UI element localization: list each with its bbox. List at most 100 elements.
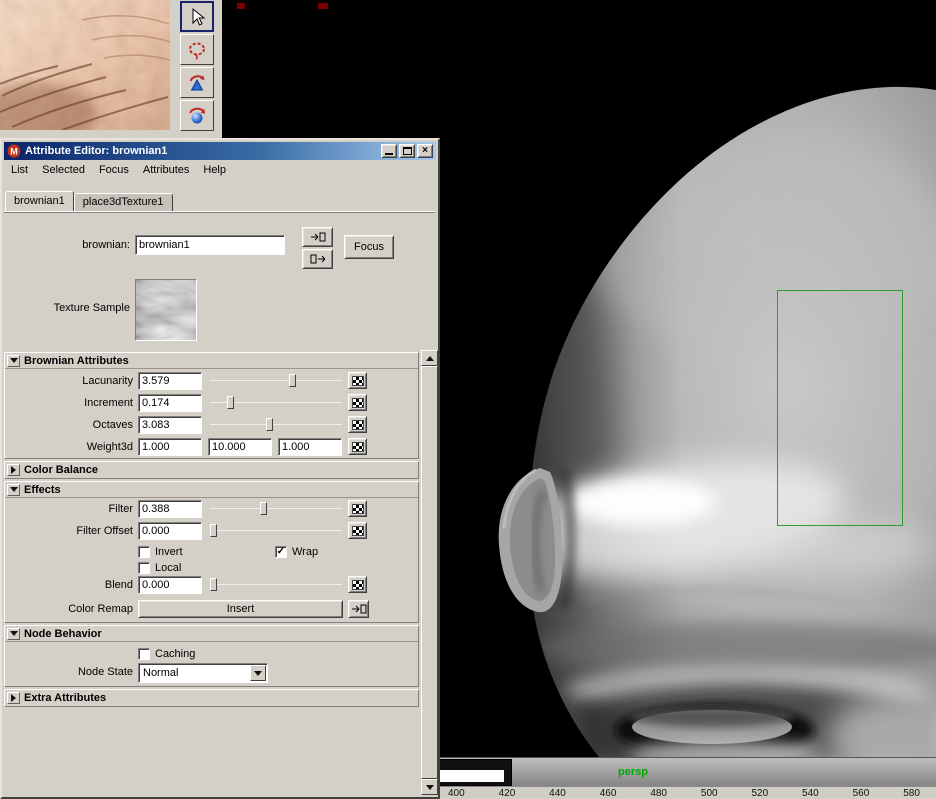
filter-field[interactable] [138, 500, 202, 518]
move-tool-button[interactable] [180, 67, 214, 98]
node-state-dropdown[interactable]: Normal [138, 663, 268, 683]
minimize-button[interactable] [381, 144, 397, 158]
attr-row-invert-wrap: Invert Wrap [5, 544, 418, 560]
maximize-icon [403, 147, 412, 155]
map-button[interactable] [348, 394, 367, 411]
map-button[interactable] [348, 576, 367, 593]
chevron-down-icon[interactable] [250, 665, 266, 681]
octaves-slider[interactable] [210, 417, 342, 433]
weight3d-z-field[interactable] [278, 438, 342, 456]
map-button[interactable] [348, 372, 367, 389]
collapse-arrow-icon[interactable] [7, 464, 20, 476]
rotate-tool-button[interactable] [180, 100, 214, 131]
node-state-value: Normal [143, 667, 178, 679]
timeline-tick: 460 [600, 788, 617, 799]
scrollbar-thumb[interactable] [421, 366, 438, 779]
collapse-arrow-icon[interactable] [7, 484, 20, 496]
slider-handle[interactable] [260, 502, 267, 515]
node-name-field[interactable] [135, 235, 285, 255]
weight3d-x-field[interactable] [138, 438, 202, 456]
caching-checkbox[interactable] [138, 648, 150, 660]
timeline-tick: 420 [499, 788, 516, 799]
map-button[interactable] [348, 522, 367, 539]
scroll-down-button[interactable] [421, 779, 438, 795]
weight3d-y-field[interactable] [208, 438, 272, 456]
title-bar[interactable]: M Attribute Editor: brownian1 × [4, 142, 436, 160]
section-header-node-behavior[interactable]: Node Behavior [5, 626, 418, 642]
show-input-connections-button[interactable] [302, 227, 333, 247]
menu-item[interactable]: List [4, 161, 35, 179]
close-button[interactable]: × [417, 144, 433, 158]
caching-label: Caching [155, 648, 195, 660]
rotate-tool-icon [187, 106, 207, 126]
tab-brownian1[interactable]: brownian1 [5, 191, 74, 212]
menu-item[interactable]: Help [196, 161, 233, 179]
maya-icon: M [7, 144, 21, 158]
wrap-checkbox[interactable] [275, 546, 287, 558]
maximize-button[interactable] [399, 144, 415, 158]
map-button[interactable] [348, 438, 367, 455]
map-button[interactable] [348, 416, 367, 433]
invert-checkbox[interactable] [138, 546, 150, 558]
checker-icon [352, 580, 364, 590]
ear [499, 468, 563, 612]
blend-slider[interactable] [210, 577, 342, 593]
focus-button[interactable]: Focus [344, 235, 394, 259]
timeline-tick: 440 [549, 788, 566, 799]
close-icon: × [422, 146, 428, 156]
skin-texture-image [0, 0, 170, 130]
increment-slider[interactable] [210, 395, 342, 411]
show-output-connections-button[interactable] [302, 249, 333, 269]
slider-handle[interactable] [210, 578, 217, 591]
lacunarity-slider[interactable] [210, 373, 342, 389]
vertical-scrollbar[interactable] [421, 350, 438, 795]
section-header-extra-attributes[interactable]: Extra Attributes [5, 690, 418, 706]
filter-offset-slider[interactable] [210, 523, 342, 539]
menu-item[interactable]: Focus [92, 161, 136, 179]
timeline-tick: 560 [853, 788, 870, 799]
attribute-editor-window: M Attribute Editor: brownian1 × ListSele… [0, 138, 440, 799]
slider-handle[interactable] [210, 524, 217, 537]
scroll-up-button[interactable] [421, 350, 438, 366]
section-header-brownian[interactable]: Brownian Attributes [5, 353, 418, 369]
lacunarity-field[interactable] [138, 372, 202, 390]
timeline-tick: 400 [448, 788, 465, 799]
collapse-arrow-icon[interactable] [7, 355, 20, 367]
node-name-label: brownian: [2, 239, 130, 251]
color-remap-label: Color Remap [5, 603, 133, 615]
octaves-field[interactable] [138, 416, 202, 434]
section-title: Brownian Attributes [24, 355, 129, 367]
select-tool-button[interactable] [180, 1, 214, 32]
map-button[interactable] [348, 500, 367, 517]
attr-row-node-state: Node State Normal [5, 663, 418, 683]
menu-item[interactable]: Attributes [136, 161, 196, 179]
collapse-arrow-icon[interactable] [7, 628, 20, 640]
filter-offset-field[interactable] [138, 522, 202, 540]
remap-connection-button[interactable] [348, 600, 369, 618]
blend-field[interactable] [138, 576, 202, 594]
local-checkbox[interactable] [138, 562, 150, 574]
attr-label: Lacunarity [5, 375, 133, 387]
timeline-tick: 520 [751, 788, 768, 799]
timeline-tick: 580 [903, 788, 920, 799]
section-header-color-balance[interactable]: Color Balance [5, 462, 418, 478]
section-header-effects[interactable]: Effects [5, 482, 418, 498]
time-slider[interactable]: 400420440460480500520540560580 [436, 786, 936, 799]
insert-button[interactable]: Insert [138, 600, 343, 618]
slider-handle[interactable] [289, 374, 296, 387]
camera-label: persp [618, 766, 648, 778]
collapse-arrow-icon[interactable] [7, 692, 20, 704]
lasso-tool-button[interactable] [180, 34, 214, 65]
tab-pane-divider [4, 211, 435, 213]
attr-row-caching: Caching [5, 646, 418, 662]
increment-field[interactable] [138, 394, 202, 412]
window-title: Attribute Editor: brownian1 [25, 145, 167, 157]
tab-place3dtexture1[interactable]: place3dTexture1 [74, 193, 173, 212]
slider-handle[interactable] [266, 418, 273, 431]
filter-slider[interactable] [210, 501, 342, 517]
slider-handle[interactable] [227, 396, 234, 409]
checker-icon [352, 504, 364, 514]
menu-item[interactable]: Selected [35, 161, 92, 179]
section-node-behavior: Node Behavior Caching Node State Normal [4, 625, 419, 687]
attr-label: Octaves [5, 419, 133, 431]
